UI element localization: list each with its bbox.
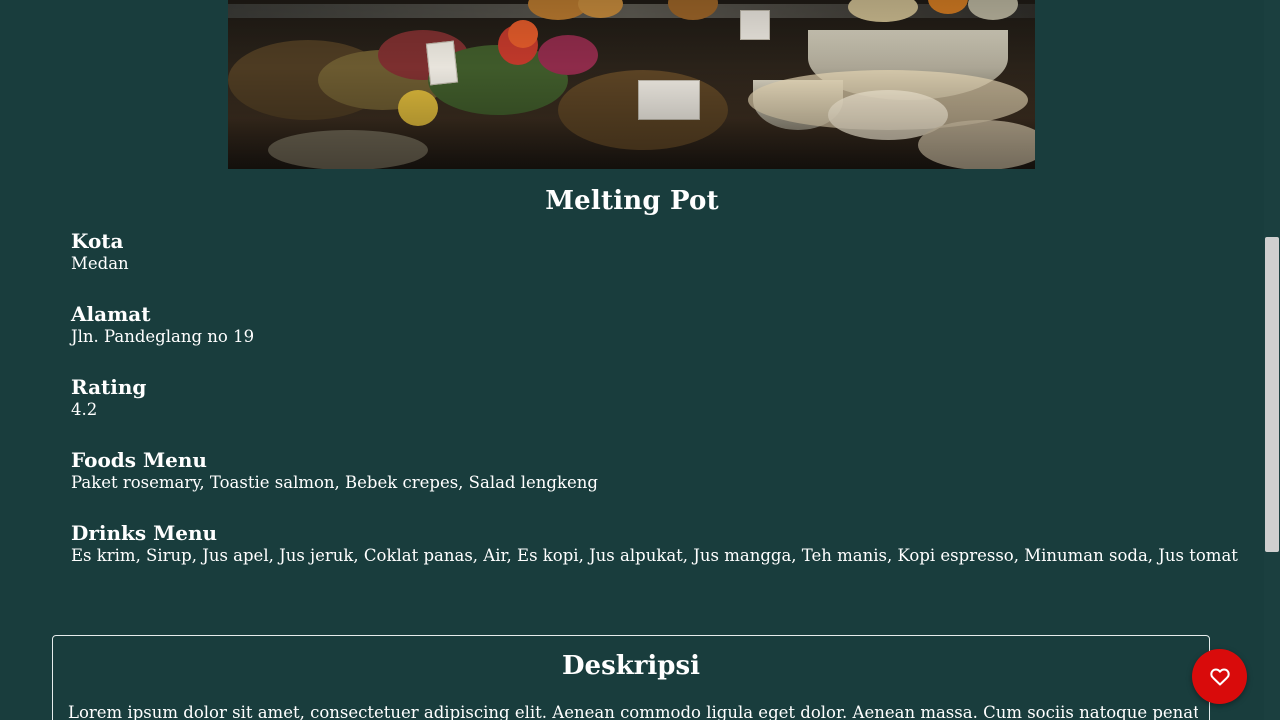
restaurant-name: Melting Pot: [545, 186, 719, 216]
info-label: Drinks Menu: [71, 521, 218, 545]
scrollbar-thumb[interactable]: [1265, 237, 1279, 552]
description-card: Deskripsi Lorem ipsum dolor sit amet, co…: [52, 635, 1210, 720]
restaurant-info: Kota Medan Alamat Jln. Pandeglang no 19 …: [71, 229, 1238, 594]
restaurant-hero-image: [228, 0, 1035, 169]
description-title: Deskripsi: [561, 651, 700, 681]
favorite-button[interactable]: [1192, 649, 1247, 704]
info-city: Kota Medan: [71, 229, 1221, 302]
info-value: Jln. Pandeglang no 19: [71, 327, 255, 346]
info-label: Rating: [71, 375, 147, 399]
info-value: Paket rosemary, Toastie salmon, Bebek cr…: [71, 473, 598, 492]
info-value: Es krim, Sirup, Jus apel, Jus jeruk, Cok…: [71, 546, 1238, 565]
info-value: Medan: [71, 254, 129, 273]
info-foods-menu: Foods Menu Paket rosemary, Toastie salmo…: [71, 448, 1221, 521]
restaurant-detail-page: Melting Pot Kota Medan Alamat Jln. Pande…: [0, 0, 1280, 720]
info-label: Kota: [71, 229, 124, 253]
info-value: 4.2: [71, 400, 98, 419]
description-text: Lorem ipsum dolor sit amet, consectetuer…: [68, 703, 1198, 720]
info-address: Alamat Jln. Pandeglang no 19: [71, 302, 1221, 375]
heart-icon: [1209, 668, 1230, 685]
info-drinks-menu: Drinks Menu Es krim, Sirup, Jus apel, Ju…: [71, 521, 1238, 594]
info-rating: Rating 4.2: [71, 375, 1221, 448]
info-label: Foods Menu: [71, 448, 207, 472]
info-label: Alamat: [71, 302, 151, 326]
